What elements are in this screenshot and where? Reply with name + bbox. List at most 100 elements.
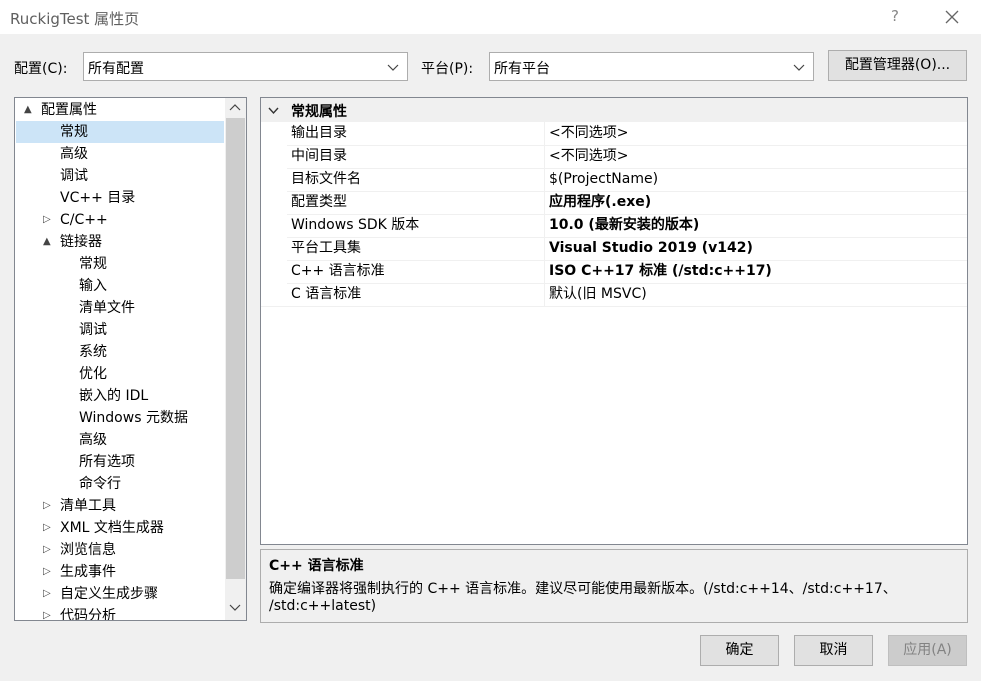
property-name: 平台工具集 <box>291 240 361 256</box>
ok-button[interactable]: 确定 <box>700 635 779 666</box>
tree-item-label: 调试 <box>60 168 88 184</box>
description-title: C++ 语言标准 <box>269 558 364 574</box>
tree-item[interactable]: 输入 <box>15 275 224 297</box>
tree-item[interactable]: VC++ 目录 <box>15 187 224 209</box>
expand-triangle-icon[interactable]: ▷ <box>43 583 51 605</box>
row-gutter <box>261 122 287 145</box>
scroll-down-icon[interactable] <box>229 601 241 613</box>
tree-item[interactable]: ▲ 链接器 <box>15 231 224 253</box>
tree-item[interactable]: ▷ C/C++ <box>15 209 224 231</box>
platform-value: 所有平台 <box>494 61 550 77</box>
property-value[interactable]: Visual Studio 2019 (v142) <box>549 237 753 260</box>
property-row[interactable]: C++ 语言标准 ISO C++17 标准 (/std:c++17) <box>261 260 967 284</box>
tree-item-label: 系统 <box>79 344 107 360</box>
scroll-up-icon[interactable] <box>229 102 241 114</box>
expand-triangle-icon[interactable]: ▷ <box>43 561 51 583</box>
platform-label: 平台(P): <box>421 61 474 77</box>
column-divider <box>544 122 545 145</box>
config-value: 所有配置 <box>88 61 144 77</box>
column-divider <box>544 260 545 283</box>
property-value[interactable]: 10.0 (最新安装的版本) <box>549 214 699 237</box>
row-gutter <box>261 237 287 260</box>
help-icon[interactable]: ? <box>884 5 906 27</box>
property-name: C 语言标准 <box>291 286 362 302</box>
title-bar <box>0 0 981 34</box>
tree-item[interactable]: ▷ XML 文档生成器 <box>15 517 224 539</box>
description-panel: C++ 语言标准 确定编译器将强制执行的 C++ 语言标准。建议尽可能使用最新版… <box>260 549 968 623</box>
tree-item-label: XML 文档生成器 <box>60 520 164 536</box>
tree-item[interactable]: 优化 <box>15 363 224 385</box>
tree-item[interactable]: Windows 元数据 <box>15 407 224 429</box>
tree-item[interactable]: 嵌入的 IDL <box>15 385 224 407</box>
tree-scrollbar[interactable] <box>225 98 246 620</box>
tree-item-label: 常规 <box>79 256 107 272</box>
tree-item[interactable]: 所有选项 <box>15 451 224 473</box>
close-icon[interactable] <box>940 5 964 29</box>
property-row[interactable]: 中间目录 <不同选项> <box>261 145 967 169</box>
chevron-down-icon[interactable] <box>268 105 279 116</box>
collapse-triangle-icon[interactable]: ▲ <box>43 231 51 253</box>
property-value[interactable]: 默认(旧 MSVC) <box>549 283 647 306</box>
collapse-triangle-icon[interactable]: ▲ <box>24 99 32 121</box>
property-row[interactable]: 目标文件名 $(ProjectName) <box>261 168 967 192</box>
tree-item[interactable]: ▷ 生成事件 <box>15 561 224 583</box>
tree-item[interactable]: 清单文件 <box>15 297 224 319</box>
description-text-line2: /std:c++latest) <box>269 598 377 614</box>
tree-scrollbar-thumb[interactable] <box>226 118 245 579</box>
tree-item-label: 配置属性 <box>41 102 97 118</box>
chevron-down-icon <box>387 64 399 71</box>
tree-item-label: 高级 <box>60 146 88 162</box>
description-text-line1: 确定编译器将强制执行的 C++ 语言标准。建议尽可能使用最新版本。(/std:c… <box>269 581 897 597</box>
tree-item[interactable]: ▷ 自定义生成步骤 <box>15 583 224 605</box>
property-row[interactable]: 配置类型 应用程序(.exe) <box>261 191 967 215</box>
tree-item[interactable]: ▷ 代码分析 <box>15 605 224 621</box>
property-name: C++ 语言标准 <box>291 263 385 279</box>
tree-item-label: 代码分析 <box>60 608 116 621</box>
tree-item[interactable]: 高级 <box>15 143 224 165</box>
property-value[interactable]: $(ProjectName) <box>549 168 658 191</box>
config-dropdown[interactable]: 所有配置 <box>83 52 408 81</box>
column-divider <box>544 145 545 168</box>
expand-triangle-icon[interactable]: ▷ <box>43 495 51 517</box>
tree-item-label: 常规 <box>60 124 88 140</box>
property-row[interactable]: 输出目录 <不同选项> <box>261 122 967 146</box>
tree-item-label: 嵌入的 IDL <box>79 388 149 404</box>
tree-item-label: 浏览信息 <box>60 542 116 558</box>
property-row[interactable]: C 语言标准 默认(旧 MSVC) <box>261 283 967 307</box>
tree-item-label: VC++ 目录 <box>60 190 136 206</box>
window-title: RuckigTest 属性页 <box>10 10 140 28</box>
category-title: 常规属性 <box>291 104 347 120</box>
property-value[interactable]: ISO C++17 标准 (/std:c++17) <box>549 260 772 283</box>
property-name: 输出目录 <box>291 125 347 141</box>
column-divider <box>544 168 545 191</box>
cancel-button[interactable]: 取消 <box>794 635 873 666</box>
tree-item[interactable]: ▷ 清单工具 <box>15 495 224 517</box>
tree-item[interactable]: 调试 <box>15 165 224 187</box>
expand-triangle-icon[interactable]: ▷ <box>43 209 51 231</box>
tree-item[interactable]: ▲ 配置属性 <box>15 99 224 121</box>
tree-item[interactable]: 高级 <box>15 429 224 451</box>
config-manager-button[interactable]: 配置管理器(O)... <box>828 50 967 81</box>
tree-item-label: 所有选项 <box>79 454 135 470</box>
tree-item[interactable]: 常规 <box>16 121 224 143</box>
tree-item-label: 自定义生成步骤 <box>60 586 158 602</box>
property-row[interactable]: 平台工具集 Visual Studio 2019 (v142) <box>261 237 967 261</box>
property-value[interactable]: 应用程序(.exe) <box>549 191 651 214</box>
category-header[interactable]: 常规属性 <box>261 98 967 122</box>
tree-item[interactable]: 命令行 <box>15 473 224 495</box>
tree-item[interactable]: ▷ 浏览信息 <box>15 539 224 561</box>
tree-item[interactable]: 系统 <box>15 341 224 363</box>
property-value[interactable]: <不同选项> <box>549 122 628 145</box>
expand-triangle-icon[interactable]: ▷ <box>43 517 51 539</box>
row-gutter <box>261 260 287 283</box>
property-name: 目标文件名 <box>291 171 361 187</box>
expand-triangle-icon[interactable]: ▷ <box>43 605 51 620</box>
platform-dropdown[interactable]: 所有平台 <box>489 52 814 81</box>
apply-button[interactable]: 应用(A) <box>888 635 967 666</box>
tree-item[interactable]: 常规 <box>15 253 224 275</box>
property-row[interactable]: Windows SDK 版本 10.0 (最新安装的版本) <box>261 214 967 238</box>
tree-item[interactable]: 调试 <box>15 319 224 341</box>
expand-triangle-icon[interactable]: ▷ <box>43 539 51 561</box>
chevron-down-icon <box>793 64 805 71</box>
property-value[interactable]: <不同选项> <box>549 145 628 168</box>
